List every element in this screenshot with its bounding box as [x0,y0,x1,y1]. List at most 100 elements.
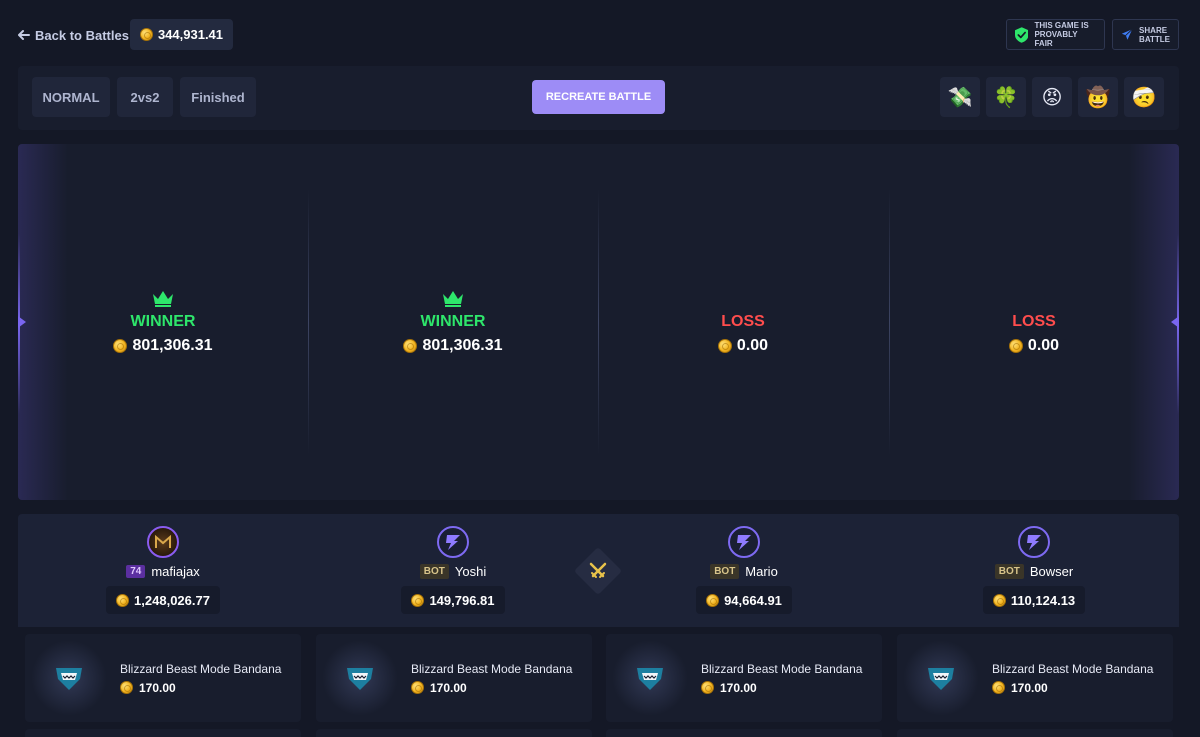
item-name: Blizzard Beast Mode Bandana [120,661,282,676]
item-card[interactable]: Blizzard Beast Mode Bandana 170.00 [316,634,592,722]
bot-lightning-icon [446,535,460,550]
avatar[interactable] [437,526,469,558]
versus-icon [573,546,623,596]
cowboy-face-icon[interactable]: 🤠 [1078,77,1118,117]
coin-icon [717,339,732,353]
share-battle-label: SHARE BATTLE [1139,25,1171,44]
result-player-4: LOSS 0.00 [889,144,1179,500]
player-card-yoshi[interactable]: BOT Yoshi 149,796.81 [353,526,553,614]
battle-results-panel: WINNER 801,306.31 WINNER 801,306.31 LOSS… [18,144,1179,500]
balance-amount: 344,931.41 [157,27,224,42]
player-total: 110,124.13 [982,586,1086,614]
result-amount: 801,306.31 [113,337,213,355]
player-name-row: BOT Bowser [994,564,1073,579]
item-card-next-row [316,729,592,737]
top-bar: Back to Battles 344,931.41 THIS GAME IS … [0,0,1200,66]
bandana-icon [347,668,373,690]
result-amount: 0.00 [1008,337,1060,355]
item-card[interactable]: Blizzard Beast Mode Bandana 170.00 [25,634,301,722]
mode-chip: NORMAL [32,77,110,117]
player-card-mario[interactable]: BOT Mario 94,664.91 [644,526,844,614]
coin-icon [411,593,425,607]
team-format-chip: 2vs2 [117,77,173,117]
avatar[interactable] [147,526,179,558]
player-name: Yoshi [454,564,487,579]
item-price: 170.00 [411,681,572,695]
money-with-wings-icon[interactable]: 💸 [940,77,980,117]
bot-badge: BOT [419,564,449,579]
player-name-row: BOT Mario [710,564,778,579]
result-player-3: LOSS 0.00 [598,144,888,500]
item-card-next-row [25,729,301,737]
bandana-icon [56,668,82,690]
item-name: Blizzard Beast Mode Bandana [992,661,1154,676]
back-to-battles-link[interactable]: Back to Battles [18,27,129,43]
balance-display[interactable]: 344,931.41 [130,19,233,50]
result-amount-value: 801,306.31 [132,337,213,354]
status-chip: Finished [180,77,256,117]
bot-lightning-icon [1027,535,1041,550]
item-card-next-row [897,729,1173,737]
item-name: Blizzard Beast Mode Bandana [701,661,863,676]
battle-controls: NORMAL 2vs2 Finished RECREATE BATTLE 💸 🍀… [18,66,1179,130]
item-price-value: 170.00 [720,680,757,695]
crossed-swords-icon [589,562,607,578]
player-card-mafiajax[interactable]: 74 mafiajax 1,248,026.77 [63,526,263,614]
avatar[interactable] [728,526,760,558]
item-card[interactable]: Blizzard Beast Mode Bandana 170.00 [606,634,882,722]
share-battle-button[interactable]: SHARE BATTLE [1112,19,1179,50]
back-to-battles-label: Back to Battles [35,27,129,43]
crown-icon [153,291,173,307]
item-price-value: 170.00 [139,680,176,695]
provably-fair-label: THIS GAME IS PROVABLY FAIR [1034,21,1089,48]
player-total-value: 110,124.13 [1010,592,1076,608]
user-logo-icon [155,535,171,548]
player-name: Mario [745,564,778,579]
item-price-value: 170.00 [1011,680,1048,695]
back-arrow-icon [18,30,30,40]
player-total: 149,796.81 [401,586,505,614]
player-name-row: 74 mafiajax [126,564,200,579]
result-outcome: WINNER [420,313,486,330]
coin-icon [116,593,130,607]
player-total: 1,248,026.77 [106,586,220,614]
item-name: Blizzard Beast Mode Bandana [411,661,573,676]
four-leaf-clover-icon[interactable]: 🍀 [986,77,1026,117]
bandaged-face-icon[interactable]: 🤕 [1124,77,1164,117]
coin-icon [411,681,424,694]
item-image [322,640,398,716]
provably-fair-button[interactable]: THIS GAME IS PROVABLY FAIR [1006,19,1105,50]
bandana-icon [928,668,954,690]
coin-icon [992,681,1005,694]
player-total-value: 94,664.91 [724,592,782,608]
angry-face-icon[interactable]: 😡 [1032,77,1072,117]
result-outcome: WINNER [130,313,196,330]
player-name-row: BOT Yoshi [419,564,487,579]
result-amount-value: 801,306.31 [422,337,503,354]
item-price: 170.00 [701,681,862,695]
recreate-battle-button[interactable]: RECREATE BATTLE [532,80,665,114]
players-bar: 74 mafiajax 1,248,026.77 BOT Yoshi 149,7… [18,514,1179,627]
result-amount: 0.00 [717,337,769,355]
bandana-icon [637,668,663,690]
bot-badge: BOT [710,564,740,579]
player-total: 94,664.91 [696,586,792,614]
item-price: 170.00 [992,681,1153,695]
item-image [31,640,107,716]
item-card[interactable]: Blizzard Beast Mode Bandana 170.00 [897,634,1173,722]
result-amount-value: 0.00 [736,337,769,354]
player-card-bowser[interactable]: BOT Bowser 110,124.13 [934,526,1134,614]
player-name: mafiajax [151,564,200,579]
bot-badge: BOT [994,564,1024,579]
coin-icon [706,593,720,607]
level-badge: 74 [126,565,146,578]
coin-icon [139,28,153,41]
result-player-1: WINNER 801,306.31 [18,144,308,500]
result-amount-value: 0.00 [1027,337,1060,354]
coin-icon [701,681,714,694]
avatar[interactable] [1018,526,1050,558]
item-price: 170.00 [120,681,281,695]
result-outcome: LOSS [721,313,765,330]
item-image [903,640,979,716]
coin-icon [992,593,1006,607]
